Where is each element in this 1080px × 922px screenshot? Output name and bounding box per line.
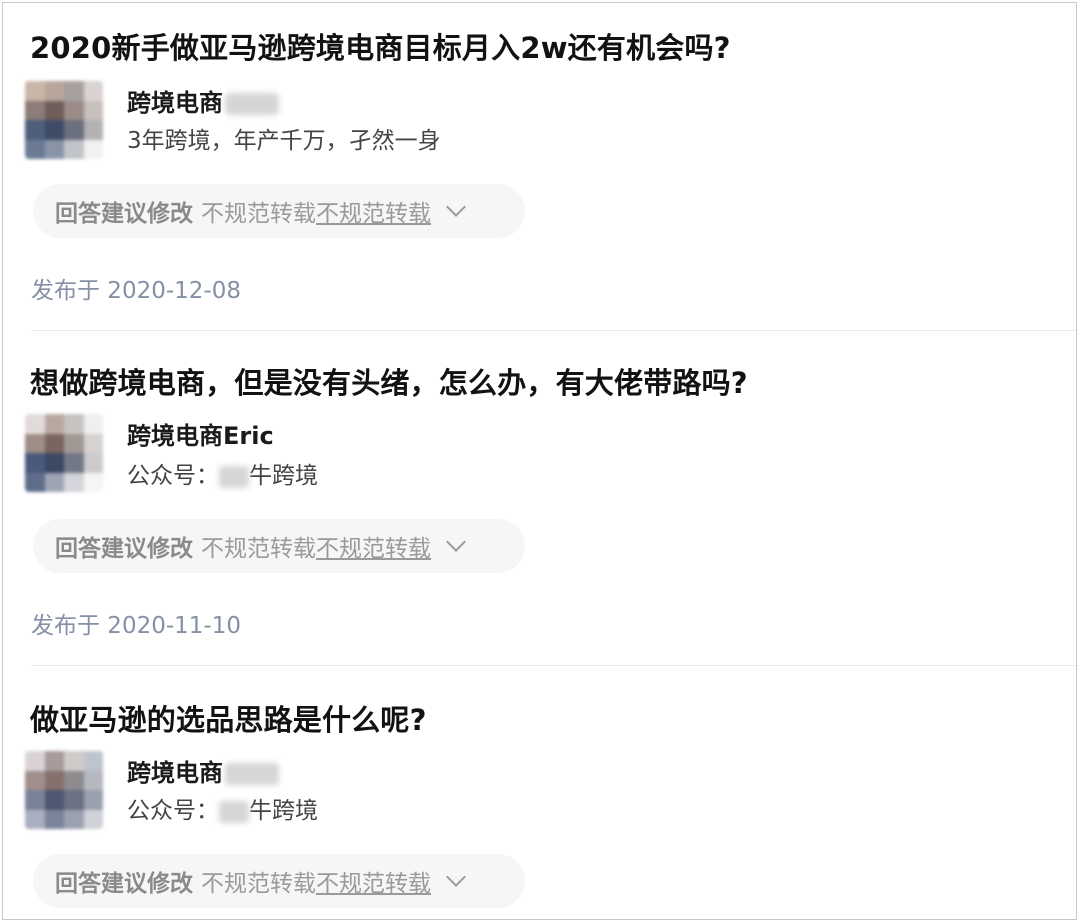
publish-date: 发布于 2020-12-08 <box>31 278 241 304</box>
reason-link[interactable]: 不规范转载 <box>316 864 431 898</box>
answer-card: 2020新手做亚马逊跨境电商目标月入2w还有机会吗? 跨境电商 3年跨境，年产千… <box>3 3 1076 333</box>
author-bio: 3年跨境，年产千万，孑然一身 <box>127 128 441 154</box>
reason-text: 不规范转载 <box>201 201 316 227</box>
avatar[interactable] <box>25 751 103 829</box>
suggest-label: 回答建议修改 <box>55 201 193 227</box>
publish-date: 发布于 2020-11-10 <box>31 613 241 639</box>
reason-text: 不规范转载 <box>201 536 316 562</box>
author-bio: 公众号： 牛跨境 <box>127 798 318 824</box>
suggest-label: 回答建议修改 <box>55 871 193 897</box>
answer-list: 2020新手做亚马逊跨境电商目标月入2w还有机会吗? 跨境电商 3年跨境，年产千… <box>2 2 1077 920</box>
divider <box>31 330 1076 331</box>
author-name[interactable]: 跨境电商 <box>127 83 279 118</box>
question-title[interactable]: 想做跨境电商，但是没有头绪，怎么办，有大佬带路吗? <box>30 360 748 402</box>
reason-link[interactable]: 不规范转载 <box>316 529 431 563</box>
suggest-label: 回答建议修改 <box>55 536 193 562</box>
answer-card: 做亚马逊的选品思路是什么呢? 跨境电商 公众号： 牛跨境 回答建议修改 不规范转载… <box>3 673 1076 919</box>
redacted-bio-part <box>219 465 249 488</box>
chevron-down-icon[interactable] <box>446 197 466 217</box>
question-title[interactable]: 2020新手做亚马逊跨境电商目标月入2w还有机会吗? <box>30 25 731 67</box>
redacted-name-part <box>225 93 279 115</box>
reason-link[interactable]: 不规范转载 <box>316 194 431 228</box>
avatar[interactable] <box>25 81 103 159</box>
redacted-name-part <box>225 763 279 785</box>
suggestion-bar[interactable]: 回答建议修改 不规范转载 不规范转载 <box>33 184 525 238</box>
author-bio: 公众号： 牛跨境 <box>127 463 318 489</box>
redacted-bio-part <box>219 800 249 823</box>
divider <box>31 665 1076 666</box>
author-name[interactable]: 跨境电商Eric <box>127 416 274 451</box>
author-name[interactable]: 跨境电商 <box>127 753 279 788</box>
suggestion-bar[interactable]: 回答建议修改 不规范转载 不规范转载 <box>33 519 525 573</box>
suggestion-bar[interactable]: 回答建议修改 不规范转载 不规范转载 <box>33 854 525 908</box>
reason-text: 不规范转载 <box>201 871 316 897</box>
chevron-down-icon[interactable] <box>446 867 466 887</box>
question-title[interactable]: 做亚马逊的选品思路是什么呢? <box>30 697 427 739</box>
chevron-down-icon[interactable] <box>446 532 466 552</box>
avatar[interactable] <box>25 414 103 492</box>
answer-card: 想做跨境电商，但是没有头绪，怎么办，有大佬带路吗? 跨境电商Eric 公众号：牛… <box>3 338 1076 668</box>
